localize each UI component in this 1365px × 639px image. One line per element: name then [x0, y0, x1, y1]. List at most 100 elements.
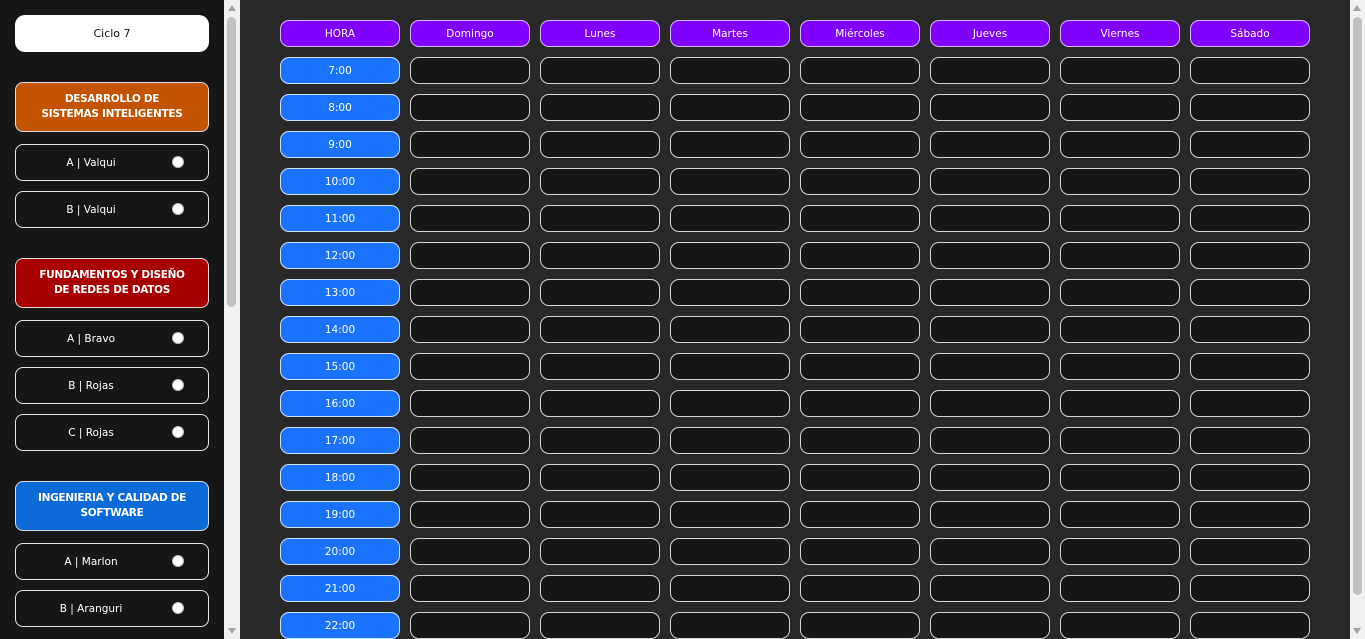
schedule-slot[interactable] [1190, 279, 1310, 306]
schedule-slot[interactable] [410, 501, 530, 528]
schedule-slot[interactable] [670, 242, 790, 269]
schedule-slot[interactable] [800, 538, 920, 565]
schedule-slot[interactable] [670, 575, 790, 602]
schedule-slot[interactable] [670, 353, 790, 380]
schedule-slot[interactable] [930, 501, 1050, 528]
schedule-slot[interactable] [1060, 205, 1180, 232]
schedule-slot[interactable] [930, 57, 1050, 84]
scroll-down-arrow-icon[interactable] [228, 628, 236, 634]
section-option[interactable]: B | Valqui [15, 191, 209, 228]
schedule-slot[interactable] [670, 205, 790, 232]
schedule-slot[interactable] [800, 612, 920, 639]
schedule-slot[interactable] [930, 94, 1050, 121]
schedule-slot[interactable] [410, 575, 530, 602]
schedule-slot[interactable] [670, 316, 790, 343]
schedule-slot[interactable] [410, 205, 530, 232]
schedule-slot[interactable] [1190, 427, 1310, 454]
section-option[interactable]: A | Valqui [15, 144, 209, 181]
schedule-slot[interactable] [670, 612, 790, 639]
schedule-slot[interactable] [800, 242, 920, 269]
page-scrollbar-thumb[interactable] [1353, 17, 1362, 595]
schedule-slot[interactable] [1190, 205, 1310, 232]
schedule-slot[interactable] [670, 538, 790, 565]
schedule-slot[interactable] [540, 427, 660, 454]
schedule-slot[interactable] [800, 168, 920, 195]
schedule-slot[interactable] [1060, 131, 1180, 158]
schedule-slot[interactable] [1060, 94, 1180, 121]
page-scrollbar[interactable] [1350, 0, 1365, 639]
schedule-slot[interactable] [1060, 316, 1180, 343]
schedule-slot[interactable] [670, 57, 790, 84]
schedule-slot[interactable] [540, 538, 660, 565]
schedule-slot[interactable] [410, 390, 530, 417]
schedule-slot[interactable] [410, 57, 530, 84]
schedule-slot[interactable] [1190, 575, 1310, 602]
schedule-slot[interactable] [800, 427, 920, 454]
schedule-slot[interactable] [540, 205, 660, 232]
schedule-slot[interactable] [800, 131, 920, 158]
schedule-slot[interactable] [540, 464, 660, 491]
schedule-slot[interactable] [800, 205, 920, 232]
schedule-slot[interactable] [670, 168, 790, 195]
schedule-slot[interactable] [800, 353, 920, 380]
section-option[interactable]: A | Bravo [15, 320, 209, 357]
schedule-slot[interactable] [540, 575, 660, 602]
schedule-slot[interactable] [1060, 242, 1180, 269]
sidebar-scrollbar-thumb[interactable] [227, 17, 236, 307]
schedule-slot[interactable] [1060, 57, 1180, 84]
schedule-slot[interactable] [1060, 501, 1180, 528]
section-radio[interactable] [172, 203, 184, 215]
schedule-slot[interactable] [1190, 538, 1310, 565]
schedule-slot[interactable] [930, 316, 1050, 343]
schedule-slot[interactable] [1190, 464, 1310, 491]
schedule-slot[interactable] [930, 464, 1050, 491]
schedule-slot[interactable] [540, 131, 660, 158]
schedule-slot[interactable] [410, 316, 530, 343]
schedule-slot[interactable] [540, 353, 660, 380]
schedule-slot[interactable] [930, 612, 1050, 639]
schedule-slot[interactable] [410, 242, 530, 269]
section-option[interactable]: B | Aranguri [15, 590, 209, 627]
schedule-slot[interactable] [540, 168, 660, 195]
schedule-slot[interactable] [1060, 575, 1180, 602]
schedule-slot[interactable] [930, 242, 1050, 269]
schedule-slot[interactable] [800, 390, 920, 417]
sidebar-scrollbar[interactable] [224, 0, 240, 639]
schedule-slot[interactable] [930, 131, 1050, 158]
section-radio[interactable] [172, 332, 184, 344]
schedule-slot[interactable] [670, 464, 790, 491]
schedule-slot[interactable] [1190, 501, 1310, 528]
schedule-slot[interactable] [1060, 279, 1180, 306]
schedule-slot[interactable] [540, 94, 660, 121]
schedule-slot[interactable] [410, 427, 530, 454]
schedule-slot[interactable] [1190, 353, 1310, 380]
cycle-selector[interactable]: Ciclo 7 [15, 15, 209, 52]
schedule-slot[interactable] [800, 94, 920, 121]
section-radio[interactable] [172, 426, 184, 438]
schedule-slot[interactable] [800, 57, 920, 84]
schedule-slot[interactable] [540, 501, 660, 528]
scroll-up-arrow-icon[interactable] [228, 5, 236, 11]
schedule-slot[interactable] [670, 279, 790, 306]
schedule-slot[interactable] [540, 612, 660, 639]
schedule-slot[interactable] [930, 205, 1050, 232]
schedule-slot[interactable] [410, 94, 530, 121]
schedule-slot[interactable] [1060, 168, 1180, 195]
schedule-slot[interactable] [800, 464, 920, 491]
section-option[interactable]: C | Rojas [15, 414, 209, 451]
schedule-slot[interactable] [410, 464, 530, 491]
schedule-slot[interactable] [800, 575, 920, 602]
schedule-slot[interactable] [1190, 57, 1310, 84]
schedule-slot[interactable] [1190, 612, 1310, 639]
schedule-slot[interactable] [930, 390, 1050, 417]
schedule-slot[interactable] [410, 131, 530, 158]
schedule-slot[interactable] [1060, 538, 1180, 565]
schedule-slot[interactable] [1060, 390, 1180, 417]
section-radio[interactable] [172, 379, 184, 391]
schedule-slot[interactable] [800, 279, 920, 306]
schedule-slot[interactable] [930, 279, 1050, 306]
section-radio[interactable] [172, 156, 184, 168]
section-radio[interactable] [172, 555, 184, 567]
schedule-slot[interactable] [930, 353, 1050, 380]
schedule-slot[interactable] [410, 353, 530, 380]
